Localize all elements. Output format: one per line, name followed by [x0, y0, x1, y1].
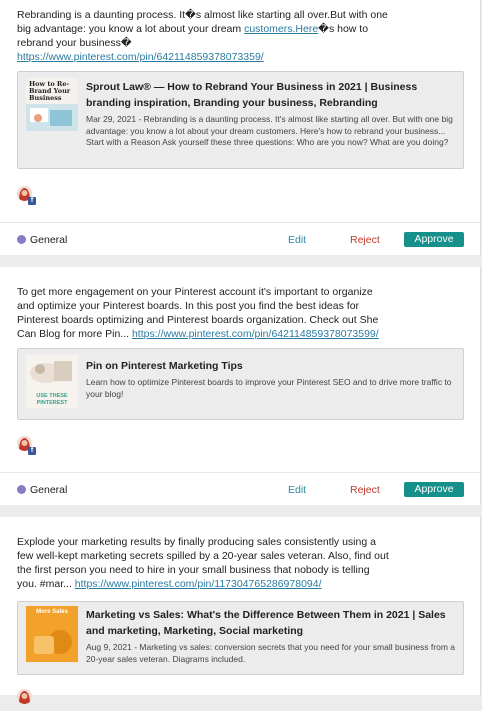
category-dot-icon: [17, 485, 26, 494]
preview-description: Learn how to optimize Pinterest boards t…: [86, 377, 452, 399]
author-avatar: [17, 689, 39, 711]
thumb-caption: How to Re-Brand Your Business: [29, 80, 71, 102]
link-preview[interactable]: More Sales Marketing vs Sales: What's th…: [17, 601, 464, 675]
pin-link[interactable]: https://www.pinterest.com/pin/6421148593…: [17, 51, 264, 63]
facebook-icon: f: [28, 197, 36, 205]
preview-thumbnail: USE THESE PINTEREST: [26, 355, 78, 408]
author-avatar: f: [17, 436, 39, 458]
post-card-3: Explode your marketing results by finall…: [0, 517, 481, 704]
preview-title: Sprout Law® — How to Rebrand Your Busine…: [86, 81, 418, 109]
post-card-2: To get more engagement on your Pinterest…: [0, 267, 481, 505]
pin-link[interactable]: https://www.pinterest.com/pin/1173047652…: [75, 578, 322, 590]
link-preview[interactable]: How to Re-Brand Your Business Sprout Law…: [17, 71, 464, 169]
post-footer: General Edit Reject Approve: [17, 232, 464, 249]
divider: [0, 472, 480, 473]
preview-description: Mar 29, 2021 - Rebranding is a daunting …: [86, 114, 453, 147]
post-text: To get more engagement on your Pinterest…: [17, 286, 379, 340]
facebook-icon: f: [28, 447, 36, 455]
approve-button[interactable]: Approve: [404, 482, 464, 497]
post-text: Rebranding is a daunting process. It�s a…: [17, 9, 388, 63]
post-card-1: Rebranding is a daunting process. It�s a…: [0, 0, 481, 255]
post-footer: General Edit Reject Approve: [17, 482, 464, 499]
divider: [0, 222, 480, 223]
thumb-caption: More Sales: [36, 609, 68, 615]
edit-button[interactable]: Edit: [288, 233, 306, 247]
preview-thumbnail: How to Re-Brand Your Business: [26, 78, 78, 131]
post-text: Explode your marketing results by finall…: [17, 536, 389, 590]
inline-link[interactable]: customers.Here: [244, 23, 318, 35]
reject-button[interactable]: Reject: [350, 233, 380, 247]
category-label[interactable]: General: [30, 483, 67, 497]
preview-title: Pin on Pinterest Marketing Tips: [86, 360, 243, 372]
pin-link[interactable]: https://www.pinterest.com/pin/6421148593…: [132, 328, 379, 340]
category-dot-icon: [17, 235, 26, 244]
preview-thumbnail: More Sales: [26, 606, 78, 662]
preview-description: Aug 9, 2021 - Marketing vs sales: conver…: [86, 642, 455, 664]
thumb-caption: USE THESE PINTEREST: [36, 393, 68, 406]
preview-title: Marketing vs Sales: What's the Differenc…: [86, 609, 446, 637]
author-avatar: f: [17, 186, 39, 208]
approve-button[interactable]: Approve: [404, 232, 464, 247]
link-preview[interactable]: USE THESE PINTEREST Pin on Pinterest Mar…: [17, 348, 464, 420]
edit-button[interactable]: Edit: [288, 483, 306, 497]
avatar: [17, 689, 32, 704]
reject-button[interactable]: Reject: [350, 483, 380, 497]
category-label[interactable]: General: [30, 233, 67, 247]
